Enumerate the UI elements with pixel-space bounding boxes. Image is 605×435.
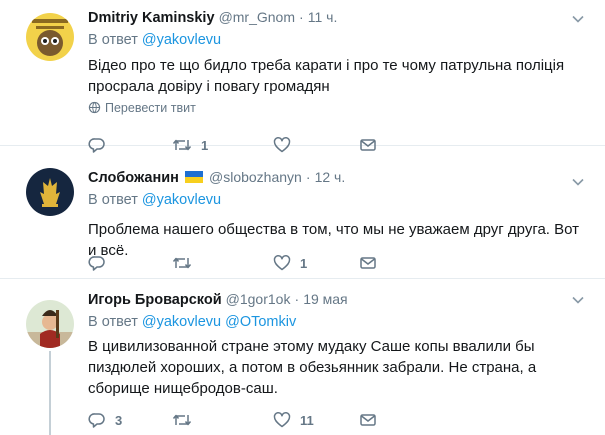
- reply-icon: [88, 411, 106, 429]
- heart-icon: [273, 411, 291, 429]
- reply-prefix: В ответ: [88, 192, 138, 208]
- display-name[interactable]: Dmitriy Kaminskiy: [88, 10, 215, 26]
- envelope-icon: [359, 411, 377, 429]
- like-button[interactable]: 11: [273, 410, 314, 430]
- translate-label: Перевести твит: [105, 101, 196, 115]
- chevron-down-icon[interactable]: [571, 293, 585, 307]
- heart-icon: [273, 254, 291, 272]
- tweet-text: В цивилизованной стране этому мудаку Саш…: [88, 338, 537, 397]
- tweet-header: Игорь Броварской @1gor1ok · 19 мая: [88, 291, 348, 308]
- reply-button[interactable]: 3: [88, 410, 122, 430]
- reply-count: 3: [115, 412, 123, 428]
- separator-dot: ·: [294, 291, 300, 307]
- ukraine-flag-icon: [184, 171, 203, 183]
- avatar[interactable]: [26, 300, 74, 348]
- tweet-text: Відео про те що бидло треба карати і про…: [88, 57, 565, 95]
- display-name[interactable]: Игорь Броварской: [88, 292, 222, 308]
- chevron-down-icon[interactable]: [571, 175, 585, 189]
- globe-icon: [88, 101, 101, 114]
- retweet-icon: [172, 254, 192, 272]
- mention-link[interactable]: @yakovlevu: [142, 32, 221, 48]
- reply-button[interactable]: [88, 253, 115, 273]
- tweet-actions: 3 11: [88, 410, 408, 430]
- reply-icon: [88, 254, 106, 272]
- tweet[interactable]: Dmitriy Kaminskiy @mr_Gnom · 11 ч. В отв…: [0, 0, 605, 153]
- chevron-down-icon[interactable]: [571, 12, 585, 26]
- tweet-header: Dmitriy Kaminskiy @mr_Gnom · 11 ч.: [88, 9, 337, 26]
- separator-dot: ·: [305, 169, 311, 185]
- timestamp[interactable]: 19 мая: [303, 291, 347, 307]
- mention-link[interactable]: @yakovlevu: [142, 192, 221, 208]
- reply-prefix: В ответ: [88, 32, 138, 48]
- mention-link[interactable]: @yakovlevu: [142, 314, 221, 330]
- mention-link[interactable]: @OTomkiv: [225, 314, 296, 330]
- user-handle[interactable]: @slobozhanyn: [209, 169, 302, 185]
- timestamp[interactable]: 12 ч.: [315, 169, 346, 185]
- direct-message-button[interactable]: [359, 410, 377, 430]
- retweet-icon: [172, 411, 192, 429]
- timestamp[interactable]: 11 ч.: [308, 9, 338, 25]
- reply-context: В ответ @yakovlevu: [88, 192, 221, 208]
- tweet[interactable]: Игорь Броварской @1gor1ok · 19 мая В отв…: [0, 279, 605, 435]
- translate-link[interactable]: Перевести твит: [88, 101, 196, 115]
- tweet-actions: 1: [88, 253, 408, 273]
- like-count: 1: [300, 255, 308, 271]
- envelope-icon: [359, 254, 377, 272]
- user-handle[interactable]: @mr_Gnom: [219, 9, 295, 25]
- tweet-header: Слобожанин @slobozhanyn · 12 ч.: [88, 169, 345, 186]
- avatar[interactable]: [26, 168, 74, 216]
- retweet-button[interactable]: [172, 253, 201, 273]
- reply-prefix: В ответ: [88, 314, 138, 330]
- separator-dot: ·: [299, 9, 304, 25]
- like-count: 11: [300, 412, 314, 428]
- user-handle[interactable]: @1gor1ok: [226, 291, 291, 307]
- reply-context: В ответ @yakovlevu: [88, 32, 221, 48]
- reply-context: В ответ @yakovlevu @OTomkiv: [88, 314, 296, 330]
- display-name[interactable]: Слобожанин: [88, 170, 179, 186]
- avatar[interactable]: [26, 13, 74, 61]
- tweet[interactable]: Слобожанин @slobozhanyn · 12 ч. В ответ …: [0, 146, 605, 279]
- thread-line: [49, 351, 51, 435]
- retweet-button[interactable]: [172, 410, 201, 430]
- like-button[interactable]: 1: [273, 253, 307, 273]
- direct-message-button[interactable]: [359, 253, 377, 273]
